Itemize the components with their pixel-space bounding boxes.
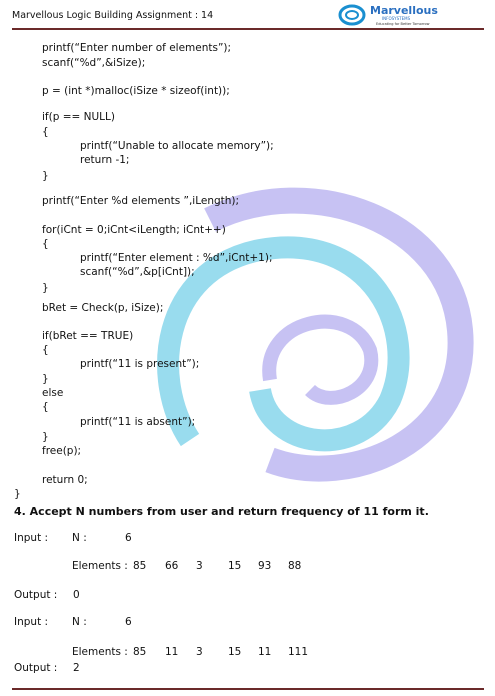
code-line: } [42, 282, 49, 294]
code-line: if(bRet == TRUE) [42, 330, 134, 342]
3: 15 [228, 560, 242, 572]
svg-text:Educating for Better Tomorrow: Educating for Better Tomorrow [376, 22, 430, 26]
marvellous-logo: Marvellous INFOSYSTEMS Educating for Bet… [338, 4, 438, 26]
input-label: Input : [14, 532, 49, 544]
2: 3 [196, 560, 203, 572]
3: 15 [228, 646, 242, 658]
code-line: return 0; [42, 474, 88, 486]
code-line: } [14, 488, 21, 500]
input-label: Input : [14, 616, 49, 628]
2: 3 [196, 646, 203, 658]
0: 85 [133, 646, 147, 658]
4: 11 [258, 646, 272, 658]
code-line: } [42, 431, 49, 443]
code-line: scanf(“%d”,&p[iCnt]); [80, 266, 195, 278]
code-line: { [42, 126, 49, 138]
4: 93 [258, 560, 272, 572]
code-line: free(p); [42, 445, 82, 457]
n: 6 [125, 616, 132, 628]
svg-text:INFOSYSTEMS: INFOSYSTEMS [382, 16, 411, 21]
code-line: if(p == NULL) [42, 111, 115, 123]
0: 85 [133, 560, 147, 572]
n-label: N : [72, 616, 87, 628]
header-title: Marvellous Logic Building Assignment : 1… [12, 10, 214, 21]
code-line: p = (int *)malloc(iSize * sizeof(int)); [42, 85, 230, 97]
code-line: } [42, 170, 49, 182]
5: 88 [288, 560, 302, 572]
n: 6 [125, 532, 132, 544]
code-line: printf(“11 is present”); [80, 358, 200, 370]
output: 2 [73, 662, 80, 674]
output: 0 [73, 589, 80, 601]
code-line: { [42, 401, 49, 413]
code-line: bRet = Check(p, iSize); [42, 302, 164, 314]
1: 66 [165, 560, 179, 572]
output-label: Output : [14, 589, 58, 601]
code-line: printf(“Enter element : %d”,iCnt+1); [80, 252, 273, 264]
code-line: printf(“Enter number of elements”); [42, 42, 232, 54]
5: 111 [288, 646, 309, 658]
code-line: printf(“Unable to allocate memory”); [80, 140, 274, 152]
code-line: scanf(“%d”,&iSize); [42, 57, 146, 69]
code-line: return -1; [80, 154, 130, 166]
code-line: { [42, 344, 49, 356]
footer-rule [12, 688, 484, 690]
header-rule [12, 28, 484, 30]
document-page: Marvellous Logic Building Assignment : 1… [0, 0, 495, 696]
code-line: for(iCnt = 0;iCnt<iLength; iCnt++) [42, 224, 226, 236]
code-line: { [42, 238, 49, 250]
code-line: } [42, 373, 49, 385]
code-line: else [42, 387, 64, 399]
elements-label: Elements : [72, 560, 128, 572]
n-label: N : [72, 532, 87, 544]
code-line: printf(“11 is absent”); [80, 416, 196, 428]
1: 11 [165, 646, 179, 658]
question-heading: 4. Accept N numbers from user and return… [14, 505, 429, 518]
code-line: printf(“Enter %d elements ”,iLength); [42, 195, 240, 207]
output-label: Output : [14, 662, 58, 674]
elements-label: Elements : [72, 646, 128, 658]
